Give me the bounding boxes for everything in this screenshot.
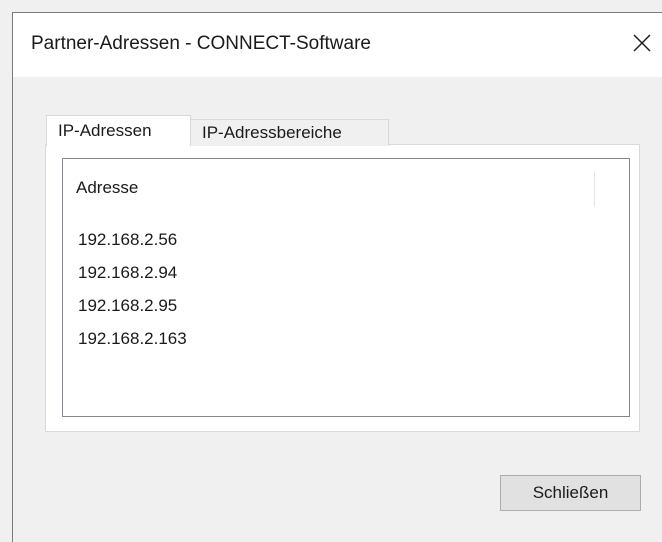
tab-ip-adressbereiche[interactable]: IP-Adressbereiche [190,119,389,146]
list-item[interactable]: 192.168.2.163 [78,329,187,351]
window-title: Partner-Adressen - CONNECT-Software [31,33,371,54]
close-icon [633,34,651,52]
schliessen-button[interactable]: Schließen [500,475,641,511]
partner-addresses-dialog: Partner-Adressen - CONNECT-Software IP-A… [12,12,662,542]
list-item[interactable]: 192.168.2.94 [78,263,177,285]
close-window-button[interactable] [622,23,662,63]
column-header-adresse[interactable]: Adresse [76,178,138,198]
column-separator[interactable] [594,171,595,207]
list-item[interactable]: 192.168.2.56 [78,230,177,252]
address-list[interactable]: Adresse 192.168.2.56 192.168.2.94 192.16… [62,158,630,417]
title-bar: Partner-Adressen - CONNECT-Software [13,13,662,77]
background-window-edge [0,0,662,12]
list-item[interactable]: 192.168.2.95 [78,296,177,318]
tab-ip-adressen[interactable]: IP-Adressen [46,115,191,146]
